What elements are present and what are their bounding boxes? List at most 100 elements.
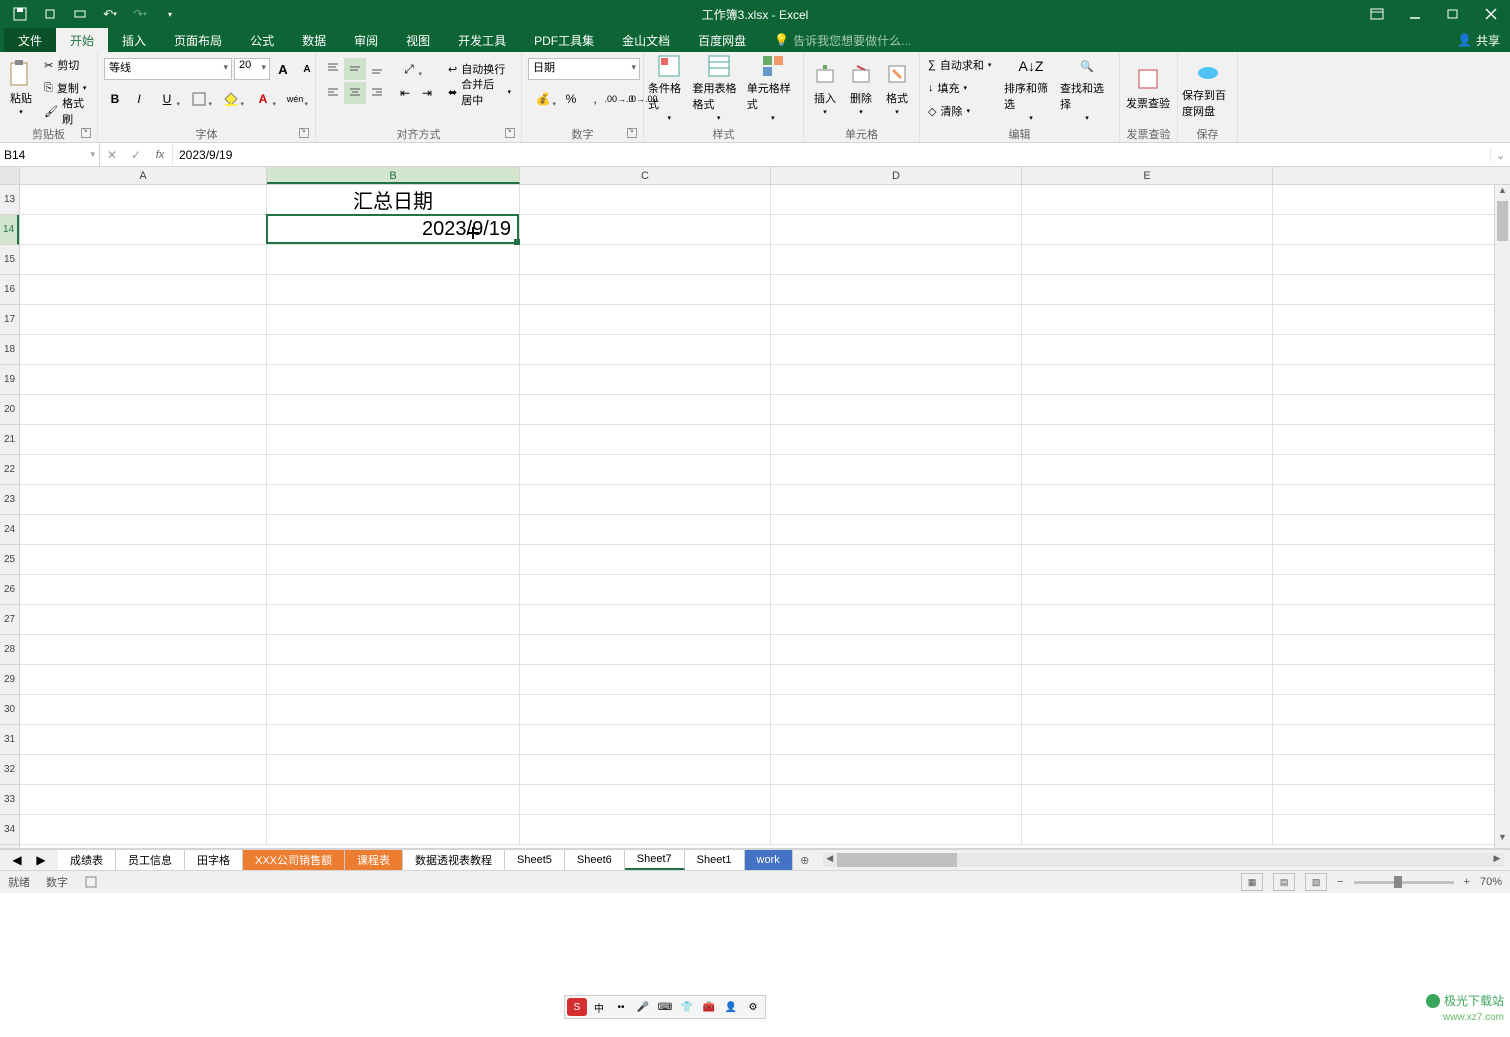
cell-C14[interactable] [520, 215, 771, 244]
column-header-A[interactable]: A [20, 167, 267, 184]
zoom-level[interactable]: 70% [1480, 876, 1502, 888]
cell-C31[interactable] [520, 725, 771, 754]
cell-D28[interactable] [771, 635, 1022, 664]
clipboard-dialog-launcher[interactable] [81, 128, 91, 138]
sheet-tab-1[interactable]: 员工信息 [116, 850, 185, 870]
cell-A20[interactable] [20, 395, 267, 424]
view-page-layout-button[interactable]: ▤ [1273, 873, 1295, 891]
cell-D34[interactable] [771, 815, 1022, 844]
ribbon-display-icon[interactable] [1358, 0, 1396, 28]
autosum-button[interactable]: ∑自动求和▾ [924, 54, 1002, 76]
cell-D33[interactable] [771, 785, 1022, 814]
hscroll-thumb[interactable] [837, 853, 957, 867]
italic-button[interactable]: I [128, 88, 150, 110]
column-header-B[interactable]: B [267, 167, 520, 184]
row-header-13[interactable]: 13 [0, 185, 19, 215]
cell-C21[interactable] [520, 425, 771, 454]
formula-cancel-button[interactable]: ✕ [100, 143, 124, 166]
cell-E15[interactable] [1022, 245, 1273, 274]
cell-B13[interactable]: 汇总日期 [267, 185, 520, 214]
sheet-nav-next[interactable]: ▶ [30, 849, 52, 871]
border-button[interactable] [184, 88, 214, 110]
format-painter-button[interactable]: 🖌格式刷 [40, 100, 93, 122]
cell-C28[interactable] [520, 635, 771, 664]
cell-D31[interactable] [771, 725, 1022, 754]
cell-C18[interactable] [520, 335, 771, 364]
cell-C27[interactable] [520, 605, 771, 634]
column-header-D[interactable]: D [771, 167, 1022, 184]
tab-data[interactable]: 数据 [288, 28, 340, 52]
cell-A29[interactable] [20, 665, 267, 694]
cell-A15[interactable] [20, 245, 267, 274]
cell-E24[interactable] [1022, 515, 1273, 544]
cell-D14[interactable] [771, 215, 1022, 244]
scroll-down-button[interactable]: ▼ [1495, 832, 1510, 848]
cell-D32[interactable] [771, 755, 1022, 784]
maximize-button[interactable] [1434, 0, 1472, 28]
cell-C19[interactable] [520, 365, 771, 394]
print-preview-icon[interactable] [66, 1, 94, 27]
cell-E30[interactable] [1022, 695, 1273, 724]
cell-D23[interactable] [771, 485, 1022, 514]
cell-C33[interactable] [520, 785, 771, 814]
format-cells-button[interactable]: 格式▾ [880, 54, 914, 122]
tab-developer[interactable]: 开发工具 [444, 28, 520, 52]
cell-E20[interactable] [1022, 395, 1273, 424]
insert-cells-button[interactable]: 插入▾ [808, 54, 842, 122]
cell-A32[interactable] [20, 755, 267, 784]
merge-center-button[interactable]: ⬌合并后居中▾ [444, 81, 515, 103]
orientation-button[interactable]: ⤢ [394, 58, 424, 80]
tab-formulas[interactable]: 公式 [236, 28, 288, 52]
cell-B29[interactable] [267, 665, 520, 694]
cell-C32[interactable] [520, 755, 771, 784]
formula-accept-button[interactable]: ✓ [124, 143, 148, 166]
save-icon[interactable] [6, 1, 34, 27]
cell-B16[interactable] [267, 275, 520, 304]
ime-shirt-icon[interactable]: 👕 [677, 998, 697, 1016]
phonetic-button[interactable]: wén [280, 88, 310, 110]
font-name-combo[interactable]: 等线 [104, 58, 232, 80]
ime-sogou-icon[interactable]: S [567, 998, 587, 1016]
font-color-button[interactable]: A [248, 88, 278, 110]
cell-D19[interactable] [771, 365, 1022, 394]
cell-E19[interactable] [1022, 365, 1273, 394]
cell-D20[interactable] [771, 395, 1022, 424]
sheet-tab-0[interactable]: 成绩表 [58, 850, 116, 870]
sheet-tab-2[interactable]: 田字格 [185, 850, 243, 870]
cell-D22[interactable] [771, 455, 1022, 484]
align-dialog-launcher[interactable] [505, 128, 515, 138]
cell-C26[interactable] [520, 575, 771, 604]
cell-B14[interactable]: 2023/9/19 [267, 215, 520, 244]
column-header-E[interactable]: E [1022, 167, 1273, 184]
sheet-tab-9[interactable]: Sheet1 [685, 850, 745, 870]
row-header-24[interactable]: 24 [0, 515, 19, 545]
cell-D29[interactable] [771, 665, 1022, 694]
cell-B20[interactable] [267, 395, 520, 424]
cell-C23[interactable] [520, 485, 771, 514]
row-header-28[interactable]: 28 [0, 635, 19, 665]
font-size-combo[interactable]: 20 [234, 58, 270, 80]
row-header-29[interactable]: 29 [0, 665, 19, 695]
ime-punct-button[interactable]: •• [611, 998, 631, 1016]
increase-indent-button[interactable]: ⇥ [416, 82, 438, 104]
cell-A30[interactable] [20, 695, 267, 724]
percent-button[interactable]: % [560, 88, 582, 110]
cell-styles-button[interactable]: 单元格样式▾ [747, 54, 799, 122]
cell-D24[interactable] [771, 515, 1022, 544]
row-header-22[interactable]: 22 [0, 455, 19, 485]
cell-D16[interactable] [771, 275, 1022, 304]
formula-bar-expand[interactable]: ⌄ [1490, 148, 1510, 162]
cell-A21[interactable] [20, 425, 267, 454]
cell-B15[interactable] [267, 245, 520, 274]
row-header-20[interactable]: 20 [0, 395, 19, 425]
conditional-format-button[interactable]: 条件格式▾ [648, 54, 691, 122]
sort-filter-button[interactable]: A↓Z排序和筛选▾ [1004, 54, 1058, 122]
sheet-tab-10[interactable]: work [745, 850, 793, 870]
format-as-table-button[interactable]: 套用表格格式▾ [693, 54, 745, 122]
accounting-format-button[interactable]: 💰 [528, 88, 558, 110]
bold-button[interactable]: B [104, 88, 126, 110]
tab-home[interactable]: 开始 [56, 28, 108, 52]
cell-E34[interactable] [1022, 815, 1273, 844]
number-dialog-launcher[interactable] [627, 128, 637, 138]
touch-mode-icon[interactable] [36, 1, 64, 27]
